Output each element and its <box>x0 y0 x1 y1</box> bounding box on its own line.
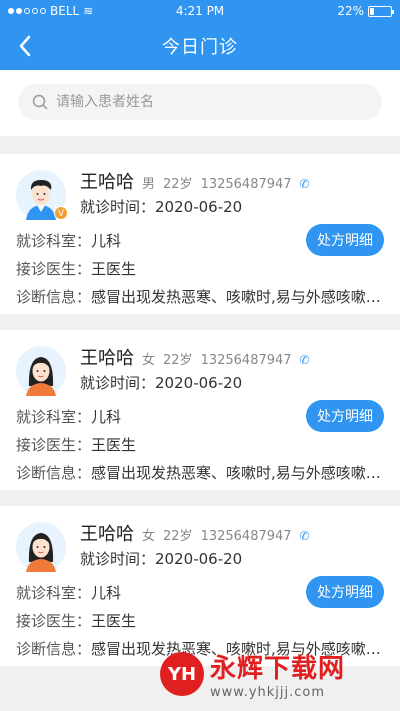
doctor-label: 接诊医生： <box>16 436 92 454</box>
doctor-label: 接诊医生： <box>16 260 92 278</box>
status-right: 22% <box>337 4 394 18</box>
patient-phone[interactable]: 13256487947 <box>201 177 292 192</box>
page-title: 今日门诊 <box>162 37 238 58</box>
patient-card[interactable]: 王哈哈 女 22岁 13256487947 ✆ 就诊时间：2020-06-20 … <box>0 506 400 666</box>
patient-list: V 王哈哈 男 22岁 13256487947 ✆ 就诊时间：2020-06-2… <box>0 154 400 666</box>
doctor-row: 接诊医生：王医生 <box>16 610 384 631</box>
signal-dots-icon <box>8 8 46 14</box>
phone-icon[interactable]: ✆ <box>300 177 310 191</box>
doctor-row: 接诊医生：王医生 <box>16 258 384 279</box>
patient-gender: 女 <box>142 353 156 368</box>
patient-name: 王哈哈 <box>80 348 134 369</box>
dept-label: 就诊科室： <box>16 408 92 426</box>
watermark-url: www.yhkjjj.com <box>210 685 326 700</box>
watermark-logo: YH <box>160 652 204 696</box>
diagnosis-row: 诊断信息：感冒出现发热恶寒、咳嗽时,易与外感咳嗽相... <box>16 462 384 483</box>
watermark-title: 永辉下载网 <box>210 654 346 684</box>
avatar <box>16 346 66 396</box>
patient-phone[interactable]: 13256487947 <box>201 529 292 544</box>
patient-header: 王哈哈 男 22岁 13256487947 ✆ <box>80 168 310 194</box>
patient-age: 22岁 <box>163 529 193 544</box>
patient-age: 22岁 <box>163 353 193 368</box>
patient-name: 王哈哈 <box>80 172 134 193</box>
patient-card[interactable]: 王哈哈 女 22岁 13256487947 ✆ 就诊时间：2020-06-20 … <box>0 330 400 490</box>
search-bar <box>0 70 400 136</box>
diagnosis-row: 诊断信息：感冒出现发热恶寒、咳嗽时,易与外感咳嗽相... <box>16 286 384 307</box>
visit-time: 就诊时间：2020-06-20 <box>80 372 242 393</box>
chevron-left-icon[interactable] <box>14 32 38 60</box>
diagnosis-value: 感冒出现发热恶寒、咳嗽时,易与外感咳嗽相... <box>91 464 384 482</box>
verified-badge-icon: V <box>54 206 68 220</box>
patient-gender: 女 <box>142 529 156 544</box>
doctor-label: 接诊医生： <box>16 612 92 630</box>
nav-bar: 今日门诊 <box>0 22 400 70</box>
doctor-value: 王医生 <box>91 260 137 278</box>
diagnosis-label: 诊断信息： <box>16 464 92 482</box>
visit-time-value: 2020-06-20 <box>155 198 243 216</box>
diagnosis-value: 感冒出现发热恶寒、咳嗽时,易与外感咳嗽相... <box>91 288 384 306</box>
doctor-value: 王医生 <box>91 612 137 630</box>
status-left: BELL ≋ <box>8 4 93 18</box>
patient-name: 王哈哈 <box>80 524 134 545</box>
prescription-detail-button[interactable]: 处方明细 <box>306 400 384 432</box>
patient-card[interactable]: V 王哈哈 男 22岁 13256487947 ✆ 就诊时间：2020-06-2… <box>0 154 400 314</box>
avatar: V <box>16 170 68 220</box>
battery-fill <box>370 7 375 15</box>
watermark-text: 永辉下载网 www.yhkjjj.com <box>210 648 345 700</box>
dept-value: 儿科 <box>91 232 122 250</box>
diagnosis-label: 诊断信息： <box>16 640 92 658</box>
search-icon <box>32 94 48 110</box>
patient-header: 王哈哈 女 22岁 13256487947 ✆ <box>80 520 310 546</box>
doctor-value: 王医生 <box>91 436 137 454</box>
diagnosis-label: 诊断信息： <box>16 288 92 306</box>
search-input[interactable] <box>56 94 368 110</box>
visit-time-value: 2020-06-20 <box>155 550 243 568</box>
patient-gender: 男 <box>142 177 156 192</box>
dept-label: 就诊科室： <box>16 584 92 602</box>
dept-value: 儿科 <box>91 408 122 426</box>
visit-time: 就诊时间：2020-06-20 <box>80 196 242 217</box>
dept-value: 儿科 <box>91 584 122 602</box>
status-bar: BELL ≋ 4:21 PM 22% <box>0 0 400 22</box>
visit-time-label: 就诊时间： <box>80 374 156 392</box>
patient-phone[interactable]: 13256487947 <box>201 353 292 368</box>
visit-time-label: 就诊时间： <box>80 198 156 216</box>
doctor-row: 接诊医生：王医生 <box>16 434 384 455</box>
carrier-label: BELL <box>50 4 80 18</box>
visit-time: 就诊时间：2020-06-20 <box>80 548 242 569</box>
visit-time-label: 就诊时间： <box>80 550 156 568</box>
battery-percent: 22% <box>337 4 364 18</box>
avatar <box>16 522 66 572</box>
watermark: YH 永辉下载网 www.yhkjjj.com <box>160 648 345 700</box>
battery-icon <box>368 5 394 17</box>
search-box[interactable] <box>18 84 382 120</box>
patient-age: 22岁 <box>163 177 193 192</box>
visit-time-value: 2020-06-20 <box>155 374 243 392</box>
phone-icon[interactable]: ✆ <box>300 353 310 367</box>
patient-header: 王哈哈 女 22岁 13256487947 ✆ <box>80 344 310 370</box>
wifi-icon: ≋ <box>83 4 94 18</box>
app-header: BELL ≋ 4:21 PM 22% 今日门诊 <box>0 0 400 70</box>
prescription-detail-button[interactable]: 处方明细 <box>306 224 384 256</box>
dept-label: 就诊科室： <box>16 232 92 250</box>
prescription-detail-button[interactable]: 处方明细 <box>306 576 384 608</box>
phone-icon[interactable]: ✆ <box>300 529 310 543</box>
